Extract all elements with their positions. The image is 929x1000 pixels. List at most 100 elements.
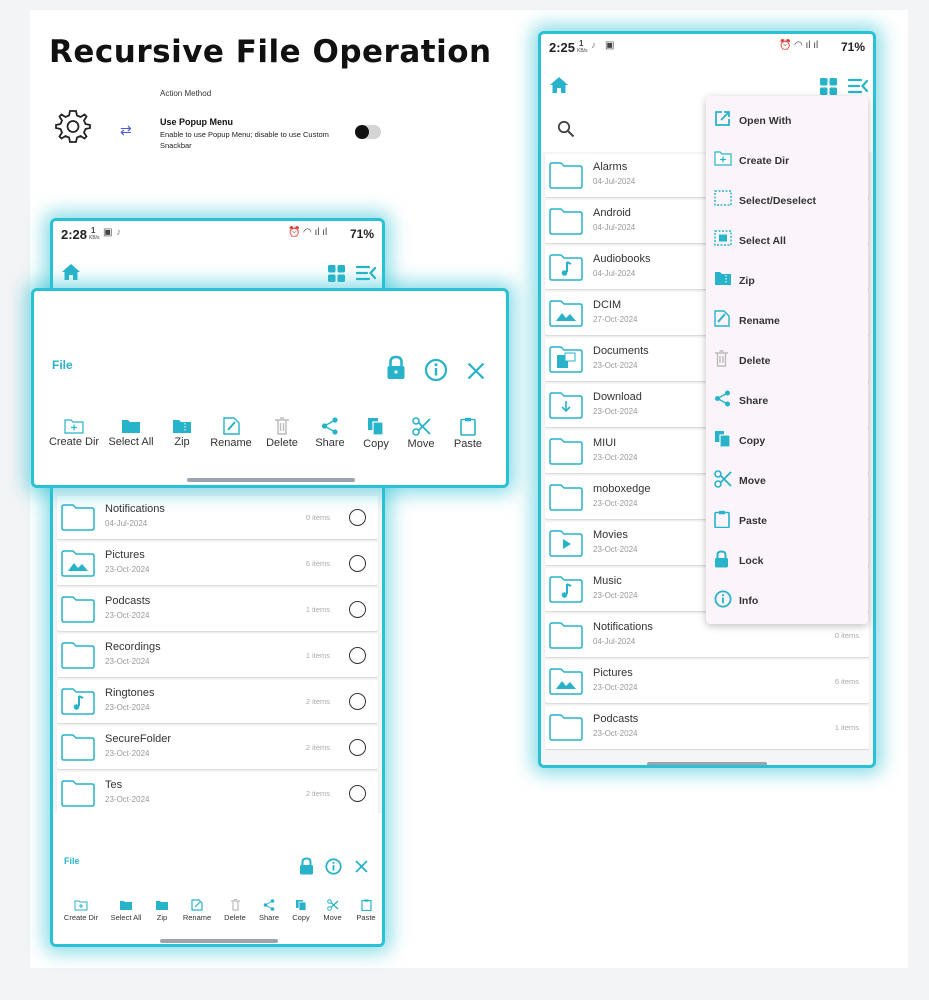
list-item[interactable]: Pictures 23-Oct-2024 6 items [545, 660, 869, 703]
action-label: Zip [174, 436, 190, 448]
menu-item-zip[interactable]: Zip [706, 261, 868, 301]
share-button[interactable]: Share [305, 417, 355, 450]
menu-item-create-dir[interactable]: Create Dir [706, 141, 868, 181]
grid-view-icon[interactable] [328, 265, 345, 282]
network-speed-value: 1 [91, 226, 96, 235]
move-button[interactable]: Move [397, 417, 445, 450]
lock-icon[interactable] [299, 857, 314, 875]
copy-button[interactable]: Copy [286, 899, 316, 922]
select-radio[interactable] [349, 555, 366, 572]
list-item[interactable]: SecureFolder 23-Oct-2024 2 items [57, 726, 378, 769]
delete-button[interactable]: Delete [259, 417, 305, 450]
rename-button[interactable]: Rename [176, 899, 218, 922]
delete-icon [275, 417, 289, 435]
menu-collapse-icon[interactable] [356, 265, 376, 281]
home-icon[interactable] [61, 263, 81, 281]
menu-collapse-icon[interactable] [848, 78, 868, 94]
menu-item-select-deselect[interactable]: Select/Deselect [706, 181, 868, 221]
zip-button[interactable]: Zip [161, 417, 203, 450]
select-radio[interactable] [349, 509, 366, 526]
wifi-signal-icon: ◠ ıl ıl [794, 40, 819, 51]
list-item[interactable]: Tes 23-Oct-2024 2 items [57, 772, 378, 815]
search-icon[interactable] [557, 120, 575, 138]
file-name: SecureFolder [105, 733, 172, 745]
paste-button[interactable]: Paste [445, 417, 491, 450]
share-button[interactable]: Share [252, 899, 286, 922]
menu-item-rename[interactable]: Rename [706, 301, 868, 341]
menu-item-paste[interactable]: Paste [706, 501, 868, 541]
create-dir-button[interactable]: Create Dir [47, 417, 101, 450]
share-icon [263, 899, 275, 911]
list-item[interactable]: Ringtones 23-Oct-2024 2 items [57, 680, 378, 723]
grid-view-icon[interactable] [820, 78, 837, 95]
file-name: Download [593, 391, 642, 403]
popup-menu-toggle[interactable] [355, 125, 381, 139]
status-time: 2:28 [61, 227, 88, 242]
network-speed-unit: KB/s [89, 235, 100, 241]
lock-icon[interactable] [386, 355, 406, 380]
list-item[interactable]: Podcasts 23-Oct-2024 1 items [545, 706, 869, 749]
copy-button[interactable]: Copy [355, 417, 397, 450]
menu-item-label: Paste [739, 515, 768, 527]
menu-item-select-all[interactable]: Select All [706, 221, 868, 261]
select-radio[interactable] [349, 739, 366, 756]
image-folder-icon [61, 550, 95, 577]
list-item[interactable]: Podcasts 23-Oct-2024 1 items [57, 588, 378, 631]
menu-item-open-with[interactable]: Open With [706, 101, 868, 141]
file-date: 23-Oct-2024 [105, 657, 150, 666]
status-bar: 2:25 1 KB/s ♪ ▣ ⏰ ◠ ıl ıl 71% [541, 34, 873, 62]
action-label: Select All [108, 436, 154, 448]
info-icon[interactable] [424, 358, 448, 382]
list-item[interactable]: Pictures 23-Oct-2024 6 items [57, 542, 378, 585]
info-icon [714, 590, 732, 608]
file-date: 23-Oct-2024 [593, 729, 638, 738]
menu-item-move[interactable]: Move [706, 461, 868, 501]
menu-item-share[interactable]: Share [706, 381, 868, 421]
select-radio[interactable] [349, 785, 366, 802]
paste-button[interactable]: Paste [349, 899, 382, 922]
menu-item-label: Info [739, 595, 759, 607]
home-indicator [160, 939, 278, 943]
menu-item-copy[interactable]: Copy [706, 421, 868, 461]
home-icon[interactable] [549, 76, 569, 94]
info-icon[interactable] [325, 858, 342, 875]
menu-item-label: Share [739, 395, 769, 407]
select-radio[interactable] [349, 647, 366, 664]
menu-item-lock[interactable]: Lock [706, 541, 868, 581]
select-radio[interactable] [349, 601, 366, 618]
share-icon [321, 417, 338, 435]
select-all-button[interactable]: Select All [101, 417, 161, 450]
status-bar: 2:28 1 KB/s ▣ ♪ ⏰ ◠ ıl ıl 71% [53, 221, 382, 249]
network-speed-unit: KB/s [577, 48, 588, 54]
delete-button[interactable]: Delete [218, 899, 252, 922]
page-title: Recursive File Operation [49, 34, 492, 70]
file-name: Alarms [593, 161, 628, 173]
zip-button[interactable]: Zip [148, 899, 176, 922]
select-all-button[interactable]: Select All [104, 899, 148, 922]
select-all-icon [122, 420, 140, 433]
popup-drag-handle[interactable] [187, 478, 355, 482]
select-radio[interactable] [349, 693, 366, 710]
close-icon[interactable] [355, 860, 368, 873]
file-date: 04-Jul-2024 [593, 177, 636, 186]
list-item[interactable]: Notifications 04-Jul-2024 0 items [57, 496, 378, 539]
file-action-popup: File Create Dir Select All Zip Rename De… [31, 288, 509, 488]
item-count: 1 items [834, 723, 859, 732]
select-all-icon [714, 230, 732, 246]
status-time: 2:25 [549, 40, 576, 55]
menu-item-delete[interactable]: Delete [706, 341, 868, 381]
item-count: 6 items [834, 677, 859, 686]
menu-item-info[interactable]: Info [706, 581, 868, 621]
create-dir-button[interactable]: Create Dir [58, 899, 104, 922]
toggle-knob[interactable] [355, 125, 369, 139]
list-item[interactable]: Recordings 23-Oct-2024 1 items [57, 634, 378, 677]
close-icon[interactable] [467, 362, 485, 380]
folder-icon [61, 504, 95, 531]
wifi-signal-icon: ◠ ıl ıl [303, 227, 328, 238]
move-button[interactable]: Move [316, 899, 349, 922]
create-dir-icon [74, 900, 88, 911]
rename-button[interactable]: Rename [203, 417, 259, 450]
item-count: 6 items [305, 559, 330, 568]
popup-actions: Create Dir Select All Zip Rename Delete … [47, 417, 491, 450]
create-dir-icon [714, 151, 732, 166]
